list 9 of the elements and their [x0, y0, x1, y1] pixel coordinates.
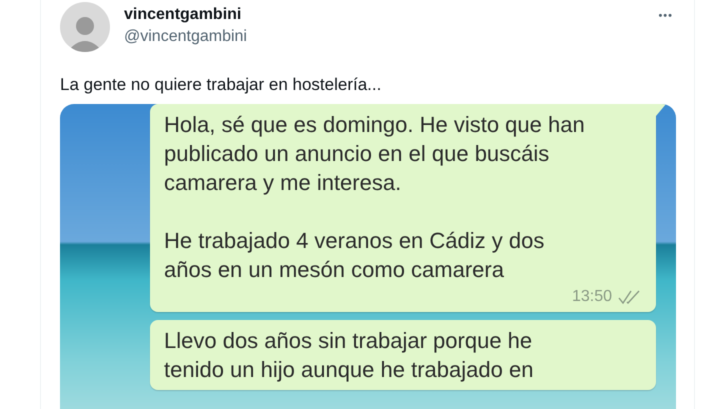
author-handle: @vincentgambini	[124, 27, 248, 47]
message-text: Llevo dos años sin trabajar porque he tenido un hijo aunque he trabajado en	[164, 327, 534, 384]
tweet-text: La gente no quiere trabajar en hostelería...	[60, 74, 382, 96]
message-text: Hola, sé que es domingo. He visto que han publicado un anuncio en el que buscáis camarera y me interesa.	[164, 111, 586, 197]
more-button[interactable]: •••	[656, 6, 675, 26]
author-name: vincentgambini	[124, 5, 242, 25]
message-time: 13:50	[572, 288, 612, 306]
message-text: He trabajado 4 veranos en Cádiz y dos años en un mesón como camarera	[164, 227, 546, 284]
double-check-icon	[618, 290, 640, 304]
